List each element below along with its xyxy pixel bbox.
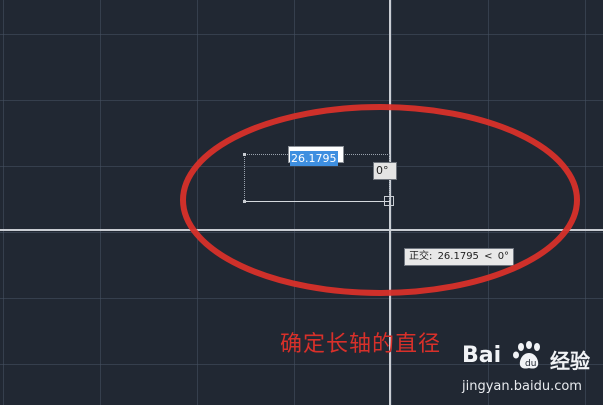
annotation-caption: 确定长轴的直径	[280, 332, 442, 357]
watermark-url: jingyan.baidu.com	[462, 379, 582, 394]
baidu-jingyan-watermark: Bai du 经验 jingyan.baidu.com	[440, 335, 600, 400]
drawing-canvas[interactable]: 26.1795 0° 正交: 26.1795 < 0° 确定长轴的直径 Bai …	[0, 0, 603, 405]
svg-text:du: du	[525, 359, 536, 369]
watermark-brand-left: Bai	[462, 343, 502, 368]
baidu-paw-icon: du	[513, 341, 540, 369]
watermark-brand-right: 经验	[550, 349, 590, 373]
